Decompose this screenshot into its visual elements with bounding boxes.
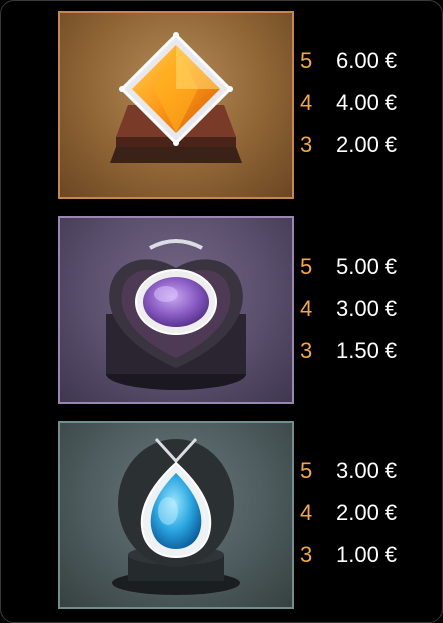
symbol-count: 4	[300, 90, 313, 115]
blue-gem-paytable: 5 3.00 € 4 2.00 € 3 1.00 €	[300, 450, 420, 576]
payout-amount: 4.00 €	[336, 90, 398, 115]
orange-gem-paytable: 5 6.00 € 4 4.00 € 3 2.00 €	[300, 40, 420, 166]
payout-amount: 3.00 €	[336, 458, 398, 483]
payout-amount: 6.00 €	[336, 48, 398, 73]
symbol-count: 4	[300, 296, 313, 321]
pay-row: 4 4.00 €	[300, 82, 420, 124]
purple-gem-paytable: 5 5.00 € 4 3.00 € 3 1.50 €	[300, 246, 420, 372]
payout-amount: 3.00 €	[336, 296, 398, 321]
symbol-count: 4	[300, 500, 313, 525]
blue-gem-pendant-symbol	[58, 421, 294, 609]
pay-row: 5 3.00 €	[300, 450, 420, 492]
payout-amount: 2.00 €	[336, 132, 398, 157]
symbol-count: 3	[300, 132, 313, 157]
symbol-count: 5	[300, 48, 313, 73]
orange-gem-icon	[110, 32, 242, 163]
blue-gem-icon	[112, 437, 240, 595]
pay-row: 5 6.00 €	[300, 40, 420, 82]
symbol-count: 5	[300, 458, 313, 483]
pay-row: 5 5.00 €	[300, 246, 420, 288]
payout-amount: 1.50 €	[336, 338, 398, 363]
orange-gem-ring-symbol	[58, 11, 294, 199]
symbol-count: 5	[300, 254, 313, 279]
purple-gem-icon	[106, 239, 246, 390]
pay-row: 3 1.00 €	[300, 534, 420, 576]
symbol-count: 3	[300, 338, 313, 363]
payout-amount: 5.00 €	[336, 254, 398, 279]
pay-row: 4 3.00 €	[300, 288, 420, 330]
pay-row: 3 1.50 €	[300, 330, 420, 372]
purple-gem-necklace-symbol	[58, 216, 294, 404]
symbol-count: 3	[300, 542, 313, 567]
pay-row: 3 2.00 €	[300, 124, 420, 166]
payout-amount: 2.00 €	[336, 500, 398, 525]
pay-row: 4 2.00 €	[300, 492, 420, 534]
payout-amount: 1.00 €	[336, 542, 398, 567]
